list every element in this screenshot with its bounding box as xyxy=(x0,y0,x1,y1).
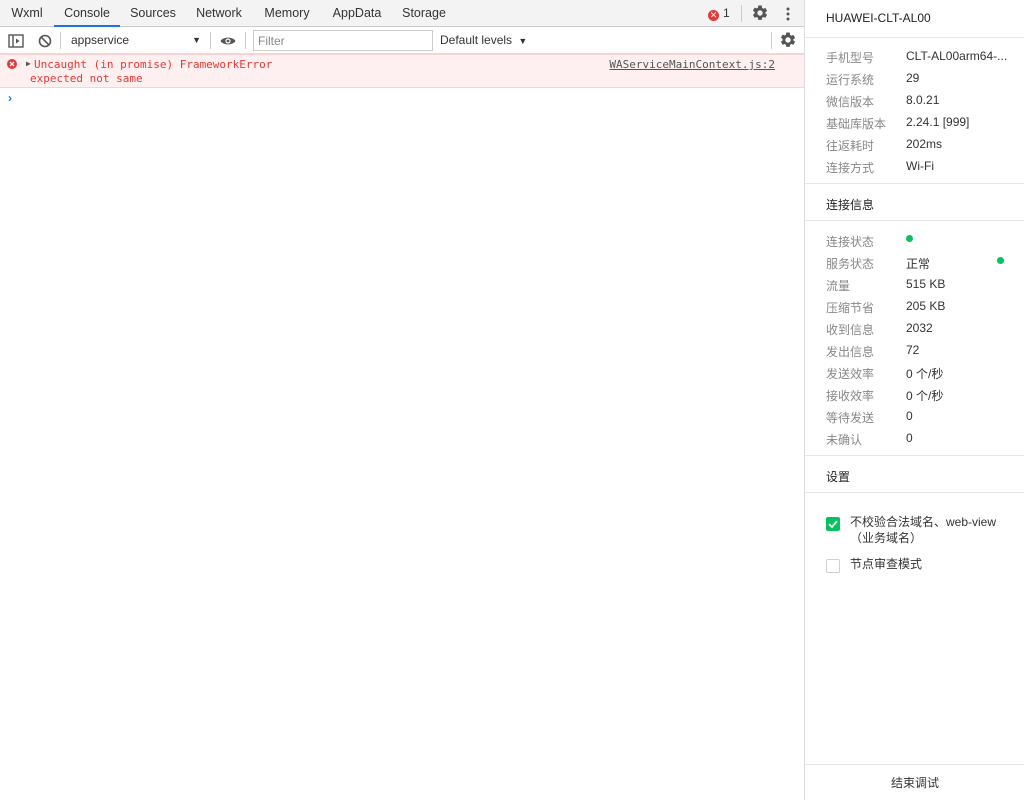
filter-input[interactable] xyxy=(253,30,433,51)
tab-wxml[interactable]: Wxml xyxy=(0,0,54,27)
tab-console[interactable]: Console xyxy=(54,0,120,27)
connection-value: 72 xyxy=(906,343,920,357)
log-levels-label: Default levels xyxy=(440,33,513,47)
connection-value: 205 KB xyxy=(906,299,946,313)
connection-label: 压缩节省 xyxy=(826,301,875,315)
connection-label: 服务状态 xyxy=(826,257,875,271)
info-label: 连接方式 xyxy=(826,161,875,175)
expand-triangle-icon[interactable]: ▶ xyxy=(26,59,31,68)
console-error-message: ▶ Uncaught (in promise) FrameworkError e… xyxy=(0,54,804,88)
toolbar-divider xyxy=(771,32,772,49)
connection-label: 连接状态 xyxy=(826,235,875,249)
toolbar-divider xyxy=(210,32,211,49)
tab-storage[interactable]: Storage xyxy=(392,0,456,27)
clear-console-icon[interactable] xyxy=(36,32,54,50)
tab-sources[interactable]: Sources xyxy=(120,0,186,27)
connection-label: 发送效率 xyxy=(826,367,875,381)
error-message-text: Uncaught (in promise) FrameworkError xyxy=(34,58,273,71)
error-icon xyxy=(7,59,17,69)
error-counter[interactable]: ✕ 1 xyxy=(708,0,730,27)
log-levels-dropdown[interactable]: Default levels ▼ xyxy=(440,30,527,51)
checkmark-icon xyxy=(828,520,838,529)
info-label: 运行系统 xyxy=(826,73,875,87)
divider xyxy=(805,455,1024,456)
devtools-pane: Wxml Console Sources Network Memory AppD… xyxy=(0,0,804,800)
device-name: HUAWEI-CLT-AL00 xyxy=(826,11,931,25)
skip-domain-check-label[interactable]: 不校验合法域名、web-view（业务域名） xyxy=(850,514,1000,546)
divider xyxy=(805,183,1024,184)
context-select[interactable]: appservice ▼ xyxy=(64,30,206,51)
devtools-tabbar: Wxml Console Sources Network Memory AppD… xyxy=(0,0,804,27)
toolbar-divider xyxy=(741,5,742,22)
settings-gear-icon[interactable] xyxy=(751,4,769,22)
connection-section-title: 连接信息 xyxy=(826,198,875,212)
device-panel: HUAWEI-CLT-AL00 手机型号 CLT-AL00arm64-... 运… xyxy=(804,0,1024,800)
toolbar-divider xyxy=(60,32,61,49)
more-menu-icon[interactable] xyxy=(782,6,794,22)
connection-status-dot xyxy=(906,235,913,242)
connection-value: 0 xyxy=(906,409,913,423)
tab-appdata[interactable]: AppData xyxy=(322,0,392,27)
tab-network[interactable]: Network xyxy=(186,0,252,27)
info-label: 基础库版本 xyxy=(826,117,887,131)
connection-label: 等待发送 xyxy=(826,411,875,425)
divider xyxy=(805,37,1024,38)
node-inspect-checkbox[interactable] xyxy=(826,559,840,573)
info-label: 手机型号 xyxy=(826,51,875,65)
connection-value: 0 xyxy=(906,431,913,445)
divider xyxy=(805,220,1024,221)
end-debug-button[interactable]: 结束调试 xyxy=(805,764,1024,800)
info-label: 往返耗时 xyxy=(826,139,875,153)
node-inspect-label[interactable]: 节点审查模式 xyxy=(850,556,1000,572)
info-value: 8.0.21 xyxy=(906,93,940,107)
chevron-down-icon: ▼ xyxy=(192,35,201,45)
error-source-link[interactable]: WAServiceMainContext.js:2 xyxy=(609,58,775,71)
connection-label: 流量 xyxy=(826,279,851,293)
connection-label: 接收效率 xyxy=(826,389,875,403)
info-value: 2.24.1 [999] xyxy=(906,115,970,129)
live-expression-eye-icon[interactable] xyxy=(219,32,237,50)
console-settings-gear-icon[interactable] xyxy=(779,31,797,49)
context-select-value: appservice xyxy=(71,33,130,47)
toolbar-divider xyxy=(245,32,246,49)
settings-section-title: 设置 xyxy=(826,470,851,484)
info-value: CLT-AL00arm64-... xyxy=(906,49,1008,63)
tab-memory[interactable]: Memory xyxy=(252,0,322,27)
error-count: 1 xyxy=(723,6,730,20)
connection-label: 收到信息 xyxy=(826,323,875,337)
info-value: 202ms xyxy=(906,137,943,151)
console-prompt-chevron-icon[interactable]: › xyxy=(8,91,12,105)
error-icon: ✕ xyxy=(708,10,719,21)
connection-value: 0 个/秒 xyxy=(906,389,944,403)
skip-domain-check-checkbox[interactable] xyxy=(826,517,840,531)
connection-value: 正常 xyxy=(906,257,931,271)
chevron-down-icon: ▼ xyxy=(518,36,528,46)
info-value: 29 xyxy=(906,71,920,85)
connection-label: 发出信息 xyxy=(826,345,875,359)
info-label: 微信版本 xyxy=(826,95,875,109)
divider xyxy=(805,492,1024,493)
connection-label: 未确认 xyxy=(826,433,863,447)
info-value: Wi-Fi xyxy=(906,159,934,173)
connection-value: 515 KB xyxy=(906,277,946,291)
connection-value: 2032 xyxy=(906,321,933,335)
toggle-sidebar-icon[interactable] xyxy=(7,32,25,50)
service-status-dot xyxy=(997,257,1004,264)
error-message-detail: expected not same xyxy=(30,72,143,85)
connection-value: 0 个/秒 xyxy=(906,367,944,381)
console-toolbar: appservice ▼ Default levels ▼ xyxy=(0,27,804,54)
